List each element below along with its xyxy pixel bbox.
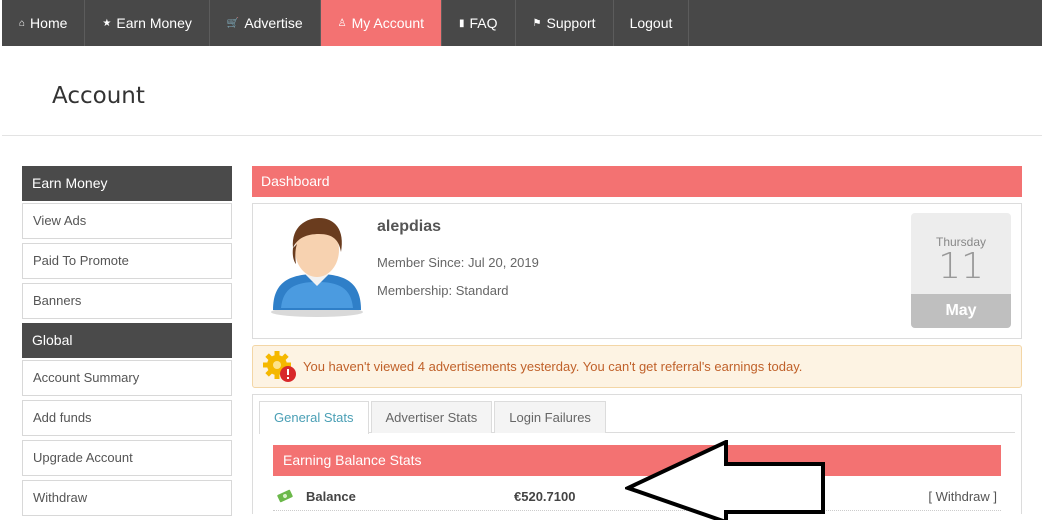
- nav-my-account-label: My Account: [351, 15, 425, 31]
- home-icon: ⌂: [19, 17, 26, 29]
- calendar-widget: Thursday 11 May: [911, 213, 1011, 328]
- nav-faq-label: FAQ: [469, 15, 498, 31]
- sidebar-heading-global: Global: [22, 323, 232, 358]
- nav-home-label: Home: [30, 15, 68, 31]
- nav-logout[interactable]: Logout: [614, 0, 690, 46]
- stats-panel: General Stats Advertiser Stats Login Fai…: [252, 394, 1022, 514]
- sidebar-item-account-summary[interactable]: Account Summary: [22, 360, 232, 396]
- tab-advertiser-stats[interactable]: Advertiser Stats: [370, 401, 493, 433]
- nav-support-label: Support: [546, 15, 596, 31]
- calendar-day: 11: [938, 246, 984, 287]
- page-title: Account: [52, 83, 145, 109]
- tab-general-stats[interactable]: General Stats: [259, 401, 369, 434]
- warning-gear-icon: [263, 351, 296, 382]
- book-icon: ▮: [459, 17, 465, 29]
- nav-earn-money[interactable]: ★ Earn Money: [85, 0, 210, 46]
- withdraw-link[interactable]: [ Withdraw ]: [928, 489, 997, 504]
- nav-my-account[interactable]: ♙ My Account: [320, 0, 443, 46]
- flag-icon: ⚑: [532, 17, 542, 29]
- sidebar: Earn Money View Ads Paid To Promote Bann…: [22, 166, 232, 516]
- top-navigation: ⌂ Home ★ Earn Money 🛒 Advertise ♙ My Acc…: [2, 0, 1042, 46]
- stats-tabs: General Stats Advertiser Stats Login Fai…: [259, 401, 1015, 434]
- user-icon: ♙: [337, 17, 347, 29]
- money-icon: [277, 489, 293, 503]
- sidebar-item-banners[interactable]: Banners: [22, 283, 232, 319]
- tab-login-failures[interactable]: Login Failures: [494, 401, 606, 433]
- nav-advertise-label: Advertise: [244, 15, 303, 31]
- earning-balance-heading: Earning Balance Stats: [273, 445, 1001, 476]
- member-since: Member Since: Jul 20, 2019: [377, 255, 539, 270]
- balance-value: €520.7100: [514, 489, 576, 504]
- cart-icon: 🛒: [226, 17, 240, 29]
- sidebar-item-paid-to-promote[interactable]: Paid To Promote: [22, 243, 232, 279]
- sidebar-item-withdraw[interactable]: Withdraw: [22, 480, 232, 516]
- star-icon: ★: [102, 17, 112, 29]
- balance-label: Balance: [306, 489, 356, 504]
- warning-alert: You haven't viewed 4 advertisements yest…: [252, 345, 1022, 388]
- dashboard-heading: Dashboard: [252, 166, 1022, 197]
- sidebar-item-upgrade-account[interactable]: Upgrade Account: [22, 440, 232, 476]
- nav-support[interactable]: ⚑ Support: [516, 0, 614, 46]
- membership-level: Membership: Standard: [377, 283, 509, 298]
- sidebar-item-add-funds[interactable]: Add funds: [22, 400, 232, 436]
- nav-earn-money-label: Earn Money: [116, 15, 192, 31]
- sidebar-item-view-ads[interactable]: View Ads: [22, 203, 232, 239]
- nav-home[interactable]: ⌂ Home: [2, 0, 86, 46]
- calendar-month: May: [911, 294, 1011, 328]
- alert-message: You haven't viewed 4 advertisements yest…: [303, 359, 803, 374]
- username: alepdias: [377, 218, 442, 235]
- profile-panel: alepdias Member Since: Jul 20, 2019 Memb…: [252, 203, 1022, 339]
- nav-faq[interactable]: ▮ FAQ: [442, 0, 516, 46]
- balance-row: Balance €520.7100 [ Withdraw ]: [273, 481, 1001, 511]
- avatar: [271, 218, 363, 317]
- sidebar-heading-earn-money: Earn Money: [22, 166, 232, 201]
- nav-advertise[interactable]: 🛒 Advertise: [210, 0, 321, 46]
- nav-logout-label: Logout: [629, 15, 673, 31]
- page-header: Account: [2, 46, 1042, 136]
- main-content: Dashboard alepdias Member Since: Jul 20,…: [252, 166, 1022, 514]
